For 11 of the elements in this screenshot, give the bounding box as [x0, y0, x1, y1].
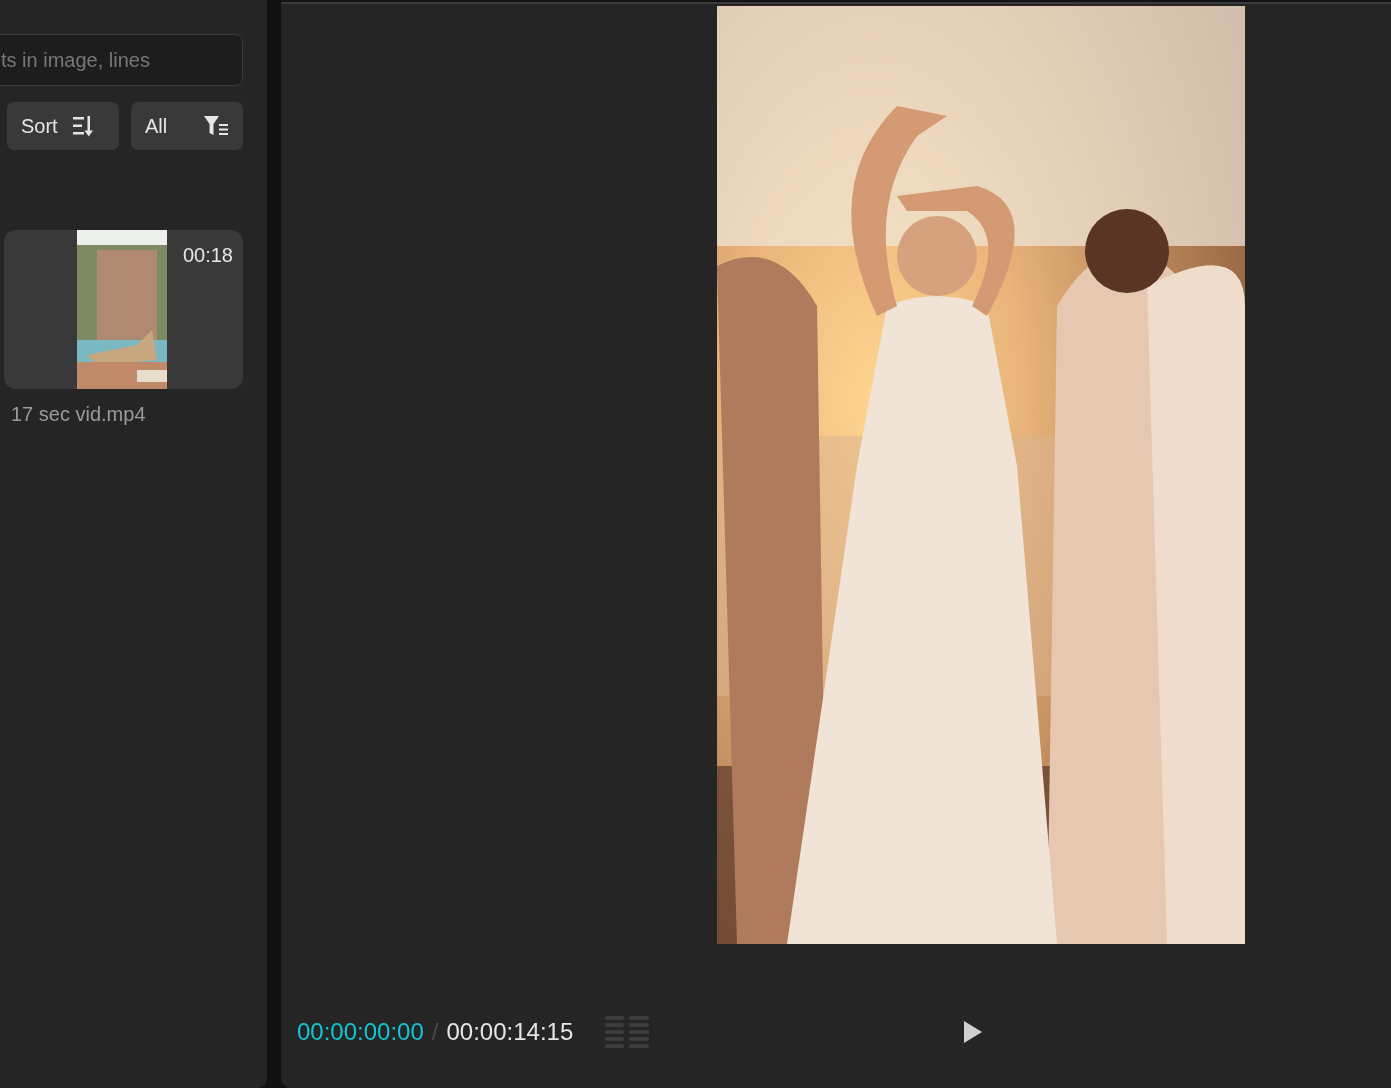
- current-time: 00:00:00:00: [297, 1017, 424, 1047]
- play-icon[interactable]: [963, 1020, 984, 1044]
- filter-button[interactable]: All: [131, 102, 243, 150]
- time-separator: /: [431, 1017, 439, 1047]
- clip-duration: 00:18: [182, 243, 233, 268]
- filter-icon: [203, 115, 229, 137]
- sort-button[interactable]: Sort: [7, 102, 119, 150]
- total-duration: 00:00:14:15: [446, 1017, 574, 1047]
- clip-card[interactable]: 00:18: [4, 230, 243, 389]
- search-field[interactable]: ts in image, lines: [0, 34, 243, 86]
- clip-filename: 17 sec vid.mp4: [11, 402, 147, 427]
